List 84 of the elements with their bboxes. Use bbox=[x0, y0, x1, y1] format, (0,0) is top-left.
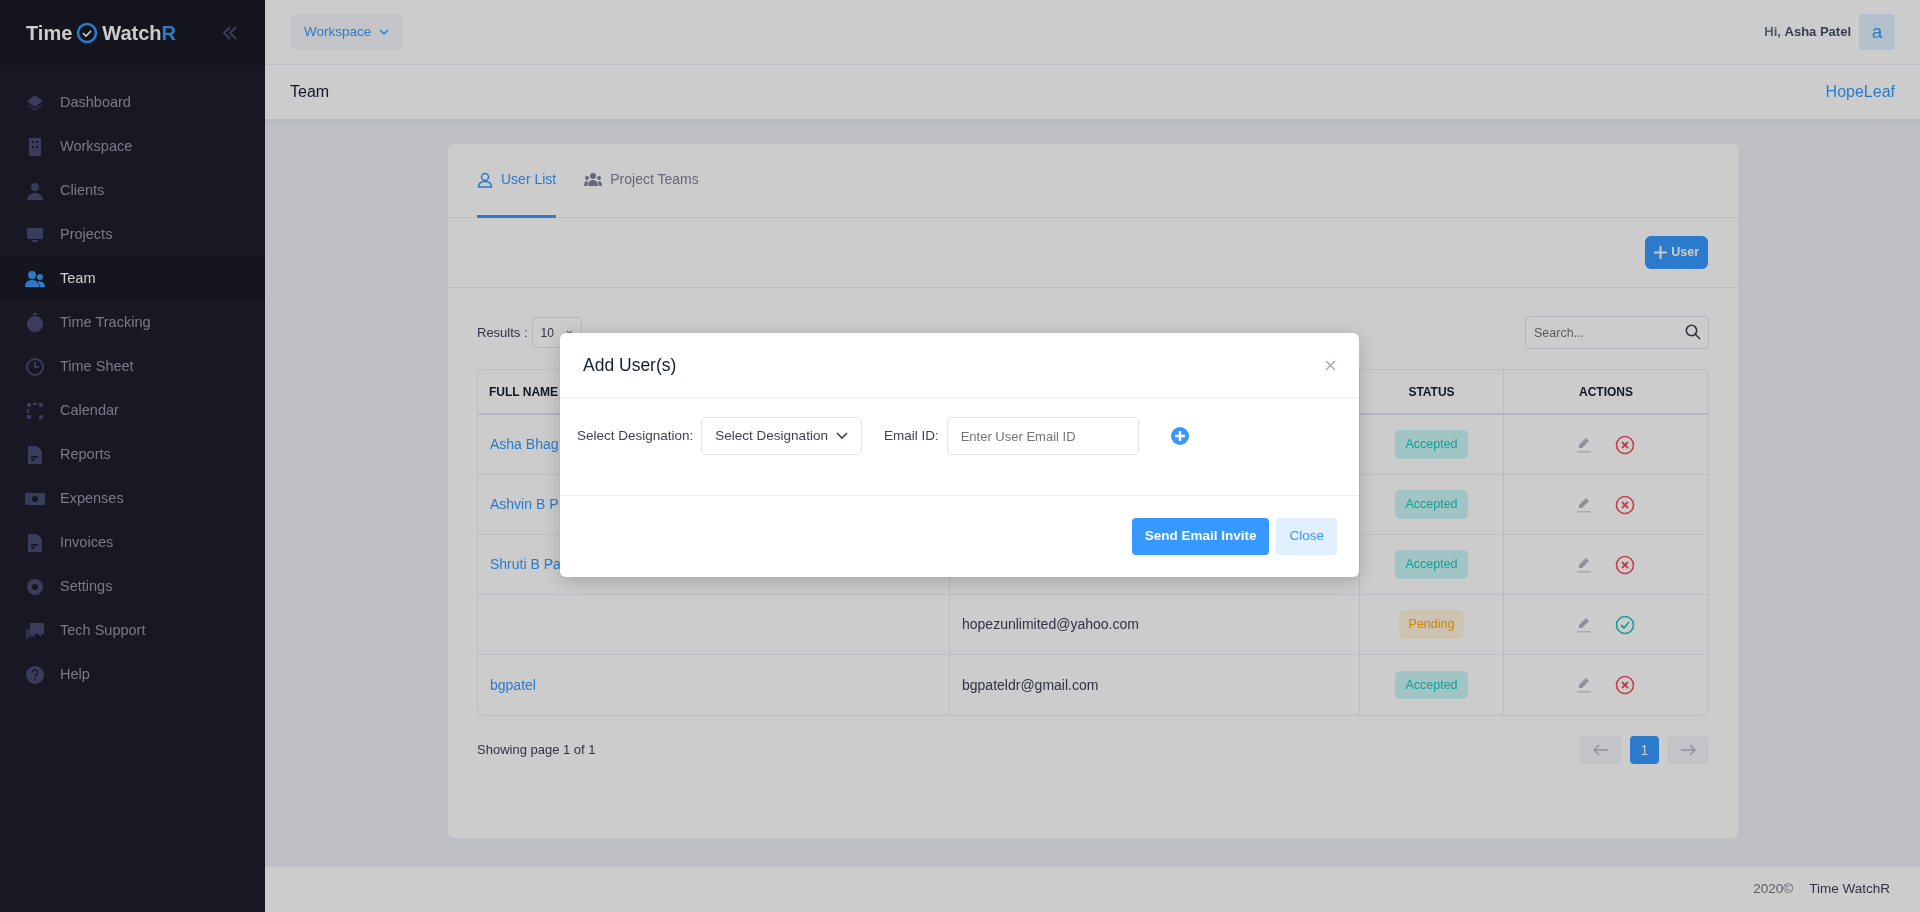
results-label: Results : bbox=[477, 323, 528, 342]
sidebar-item[interactable]: Help bbox=[0, 653, 265, 697]
close-button[interactable]: Close bbox=[1276, 518, 1337, 555]
email-input-field[interactable]: Enter User Email ID bbox=[946, 417, 1139, 455]
next-page-button[interactable] bbox=[1667, 736, 1709, 764]
tab[interactable]: Project Teams bbox=[584, 144, 699, 218]
workspace-dropdown[interactable]: Workspace bbox=[290, 14, 404, 50]
sidebar-item[interactable]: Tech Support bbox=[0, 609, 265, 653]
sidebar-item[interactable]: Calendar bbox=[0, 389, 265, 433]
search-icon bbox=[1685, 324, 1701, 340]
collapse-icon[interactable] bbox=[221, 24, 239, 41]
help-icon bbox=[24, 664, 46, 686]
plus-icon bbox=[1654, 246, 1668, 259]
pagination-summary: Showing page 1 of 1 bbox=[477, 741, 596, 760]
sidebar-item[interactable]: Time Sheet bbox=[0, 345, 265, 389]
logo-text: Time bbox=[26, 20, 73, 46]
column-header: ACTIONS bbox=[1579, 383, 1633, 401]
sidebar-item[interactable]: Team bbox=[0, 257, 265, 301]
search-field[interactable]: Search... bbox=[1525, 316, 1709, 349]
check-circle-icon[interactable] bbox=[1615, 614, 1635, 635]
user-greeting: Hi, Asha Patel bbox=[1764, 23, 1851, 42]
stopwatch-icon bbox=[24, 312, 46, 334]
chevron-down-icon bbox=[835, 432, 848, 440]
table-cell-text: hopezunlimited@yahoo.com bbox=[962, 615, 1139, 634]
field-label: Email ID: bbox=[883, 426, 939, 445]
status-badge: Pending bbox=[1398, 610, 1465, 639]
sidebar-item[interactable]: Invoices bbox=[0, 521, 265, 565]
previous-page-button[interactable] bbox=[1580, 736, 1622, 764]
person-icon bbox=[24, 180, 46, 202]
status-badge: Accepted bbox=[1395, 550, 1468, 579]
edit-icon[interactable] bbox=[1577, 436, 1591, 453]
people-icon bbox=[24, 268, 46, 290]
sidebar-item[interactable]: Settings bbox=[0, 565, 265, 609]
designation-select[interactable]: Select Designation bbox=[701, 417, 862, 455]
chat-icon bbox=[24, 620, 46, 642]
column-header: STATUS bbox=[1408, 383, 1455, 401]
add-icon[interactable] bbox=[1170, 427, 1189, 445]
copyright-year: 2020© bbox=[1753, 880, 1794, 899]
status-badge: Accepted bbox=[1395, 670, 1468, 700]
sidebar-item[interactable]: Reports bbox=[0, 433, 265, 477]
send-invite-button[interactable]: Send Email Invite bbox=[1131, 518, 1270, 555]
tab[interactable]: User List bbox=[477, 144, 557, 218]
page-title: Team bbox=[290, 82, 330, 102]
sidebar-item[interactable]: Dashboard bbox=[0, 81, 265, 125]
person-icon bbox=[477, 171, 493, 188]
user-name-link[interactable]: Asha Bhag bbox=[490, 434, 559, 455]
sidebar-item[interactable]: Time Tracking bbox=[0, 301, 265, 345]
clock-icon bbox=[24, 356, 46, 378]
calendar-icon bbox=[24, 400, 46, 422]
sidebar-item[interactable]: Clients bbox=[0, 169, 265, 213]
arrow-left-icon bbox=[1593, 744, 1609, 756]
edit-icon[interactable] bbox=[1577, 677, 1591, 693]
arrow-right-icon bbox=[1680, 744, 1696, 756]
sidebar-item[interactable]: Workspace bbox=[0, 125, 265, 169]
remove-icon[interactable] bbox=[1615, 434, 1635, 455]
remove-icon[interactable] bbox=[1615, 675, 1635, 695]
table-cell-text: bgpateldr@gmail.com bbox=[962, 675, 1099, 695]
user-name-link[interactable]: Shruti B Pa bbox=[490, 554, 561, 575]
status-badge: Accepted bbox=[1395, 490, 1468, 519]
avatar[interactable]: a bbox=[1859, 14, 1895, 50]
settings-icon bbox=[24, 576, 46, 598]
close-icon[interactable] bbox=[1325, 359, 1336, 371]
edit-icon[interactable] bbox=[1577, 616, 1591, 633]
user-name-link[interactable]: Ashvin B P bbox=[490, 494, 559, 515]
edit-icon[interactable] bbox=[1577, 556, 1591, 573]
logo-text: WatchR bbox=[102, 20, 177, 46]
add-user-button[interactable]: User bbox=[1645, 236, 1708, 269]
organization-name: HopeLeaf bbox=[1825, 82, 1895, 102]
sidebar-item[interactable]: Projects bbox=[0, 213, 265, 257]
people-icon bbox=[584, 171, 603, 188]
remove-icon[interactable] bbox=[1615, 494, 1635, 515]
footer-brand-link[interactable]: Time WatchR bbox=[1809, 879, 1890, 900]
chevron-down-icon bbox=[565, 330, 573, 335]
page-button[interactable]: 1 bbox=[1630, 736, 1659, 764]
clock-icon bbox=[76, 21, 99, 44]
sidebar-item[interactable]: Expenses bbox=[0, 477, 265, 521]
status-badge: Accepted bbox=[1395, 430, 1468, 459]
modal-title: Add User(s) bbox=[583, 353, 677, 377]
remove-icon[interactable] bbox=[1615, 554, 1635, 575]
chevron-down-icon bbox=[379, 28, 390, 36]
field-label: Select Designation: bbox=[577, 426, 694, 445]
user-name-link[interactable]: bgpatel bbox=[490, 674, 536, 696]
edit-icon[interactable] bbox=[1577, 496, 1591, 513]
column-header: FULL NAME bbox=[489, 383, 559, 401]
